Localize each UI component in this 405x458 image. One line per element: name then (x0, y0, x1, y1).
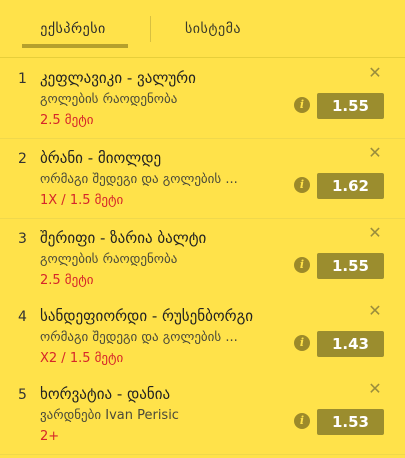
bet-pick: 2.5 მეტი (40, 113, 94, 128)
bet-number: 4 (18, 309, 27, 325)
bet-pick: X2 / 1.5 მეტი (40, 351, 124, 366)
tab-divider (150, 16, 151, 42)
odds-button[interactable]: 1.43 (317, 331, 384, 357)
info-icon[interactable]: i (294, 177, 310, 193)
info-icon[interactable]: i (294, 97, 310, 113)
bet-pick: 2.5 მეტი (40, 273, 94, 288)
bet-market: ვარდნები Ivan Perisic (40, 408, 179, 423)
bet-item: 3 შერიფი - ზარია ბალტი გოლების რაოდენობა… (0, 219, 405, 299)
odds-button[interactable]: 1.53 (317, 409, 384, 435)
odds-button[interactable]: 1.62 (317, 173, 384, 199)
bet-market: გოლების რაოდენობა (40, 92, 178, 107)
bet-match: შერიფი - ზარია ბალტი (40, 229, 207, 247)
bet-number: 1 (18, 71, 27, 87)
tabs-divider (0, 57, 405, 58)
tab-system[interactable]: სისტემა (168, 0, 258, 48)
bet-pick: 1X / 1.5 მეტი (40, 193, 124, 208)
close-icon[interactable]: ✕ (368, 225, 382, 241)
close-icon[interactable]: ✕ (368, 145, 382, 161)
betslip-panel: ექსპრესი სისტემა 1 კეფლავიკი - ვალური გო… (0, 0, 405, 458)
bet-number: 3 (18, 231, 27, 247)
bet-match: სანდეფიორდი - რუსენბორგი (40, 307, 254, 325)
bet-item: 5 ხორვატია - დანია ვარდნები Ivan Perisic… (0, 375, 405, 455)
close-icon[interactable]: ✕ (368, 303, 382, 319)
bet-market: ორმაგი შედეგი და გოლების ... (40, 330, 238, 345)
bet-match: ბრანი - მიოლდე (40, 149, 162, 167)
bet-item: 1 კეფლავიკი - ვალური გოლების რაოდენობა 2… (0, 59, 405, 139)
bet-pick: 2+ (40, 429, 60, 444)
odds-button[interactable]: 1.55 (317, 93, 384, 119)
info-icon[interactable]: i (294, 335, 310, 351)
info-icon[interactable]: i (294, 257, 310, 273)
close-icon[interactable]: ✕ (368, 381, 382, 397)
close-icon[interactable]: ✕ (368, 65, 382, 81)
bet-market: ორმაგი შედეგი და გოლების ... (40, 172, 238, 187)
bet-number: 5 (18, 387, 27, 403)
bet-number: 2 (18, 151, 27, 167)
tab-express[interactable]: ექსპრესი (18, 0, 128, 48)
betslip-tabs: ექსპრესი სისტემა (0, 0, 405, 48)
bet-match: კეფლავიკი - ვალური (40, 69, 196, 87)
bet-item: 4 სანდეფიორდი - რუსენბორგი ორმაგი შედეგი… (0, 297, 405, 377)
bet-match: ხორვატია - დანია (40, 385, 171, 403)
odds-button[interactable]: 1.55 (317, 253, 384, 279)
info-icon[interactable]: i (294, 413, 310, 429)
bet-item: 2 ბრანი - მიოლდე ორმაგი შედეგი და გოლები… (0, 139, 405, 219)
bet-market: გოლების რაოდენობა (40, 252, 178, 267)
